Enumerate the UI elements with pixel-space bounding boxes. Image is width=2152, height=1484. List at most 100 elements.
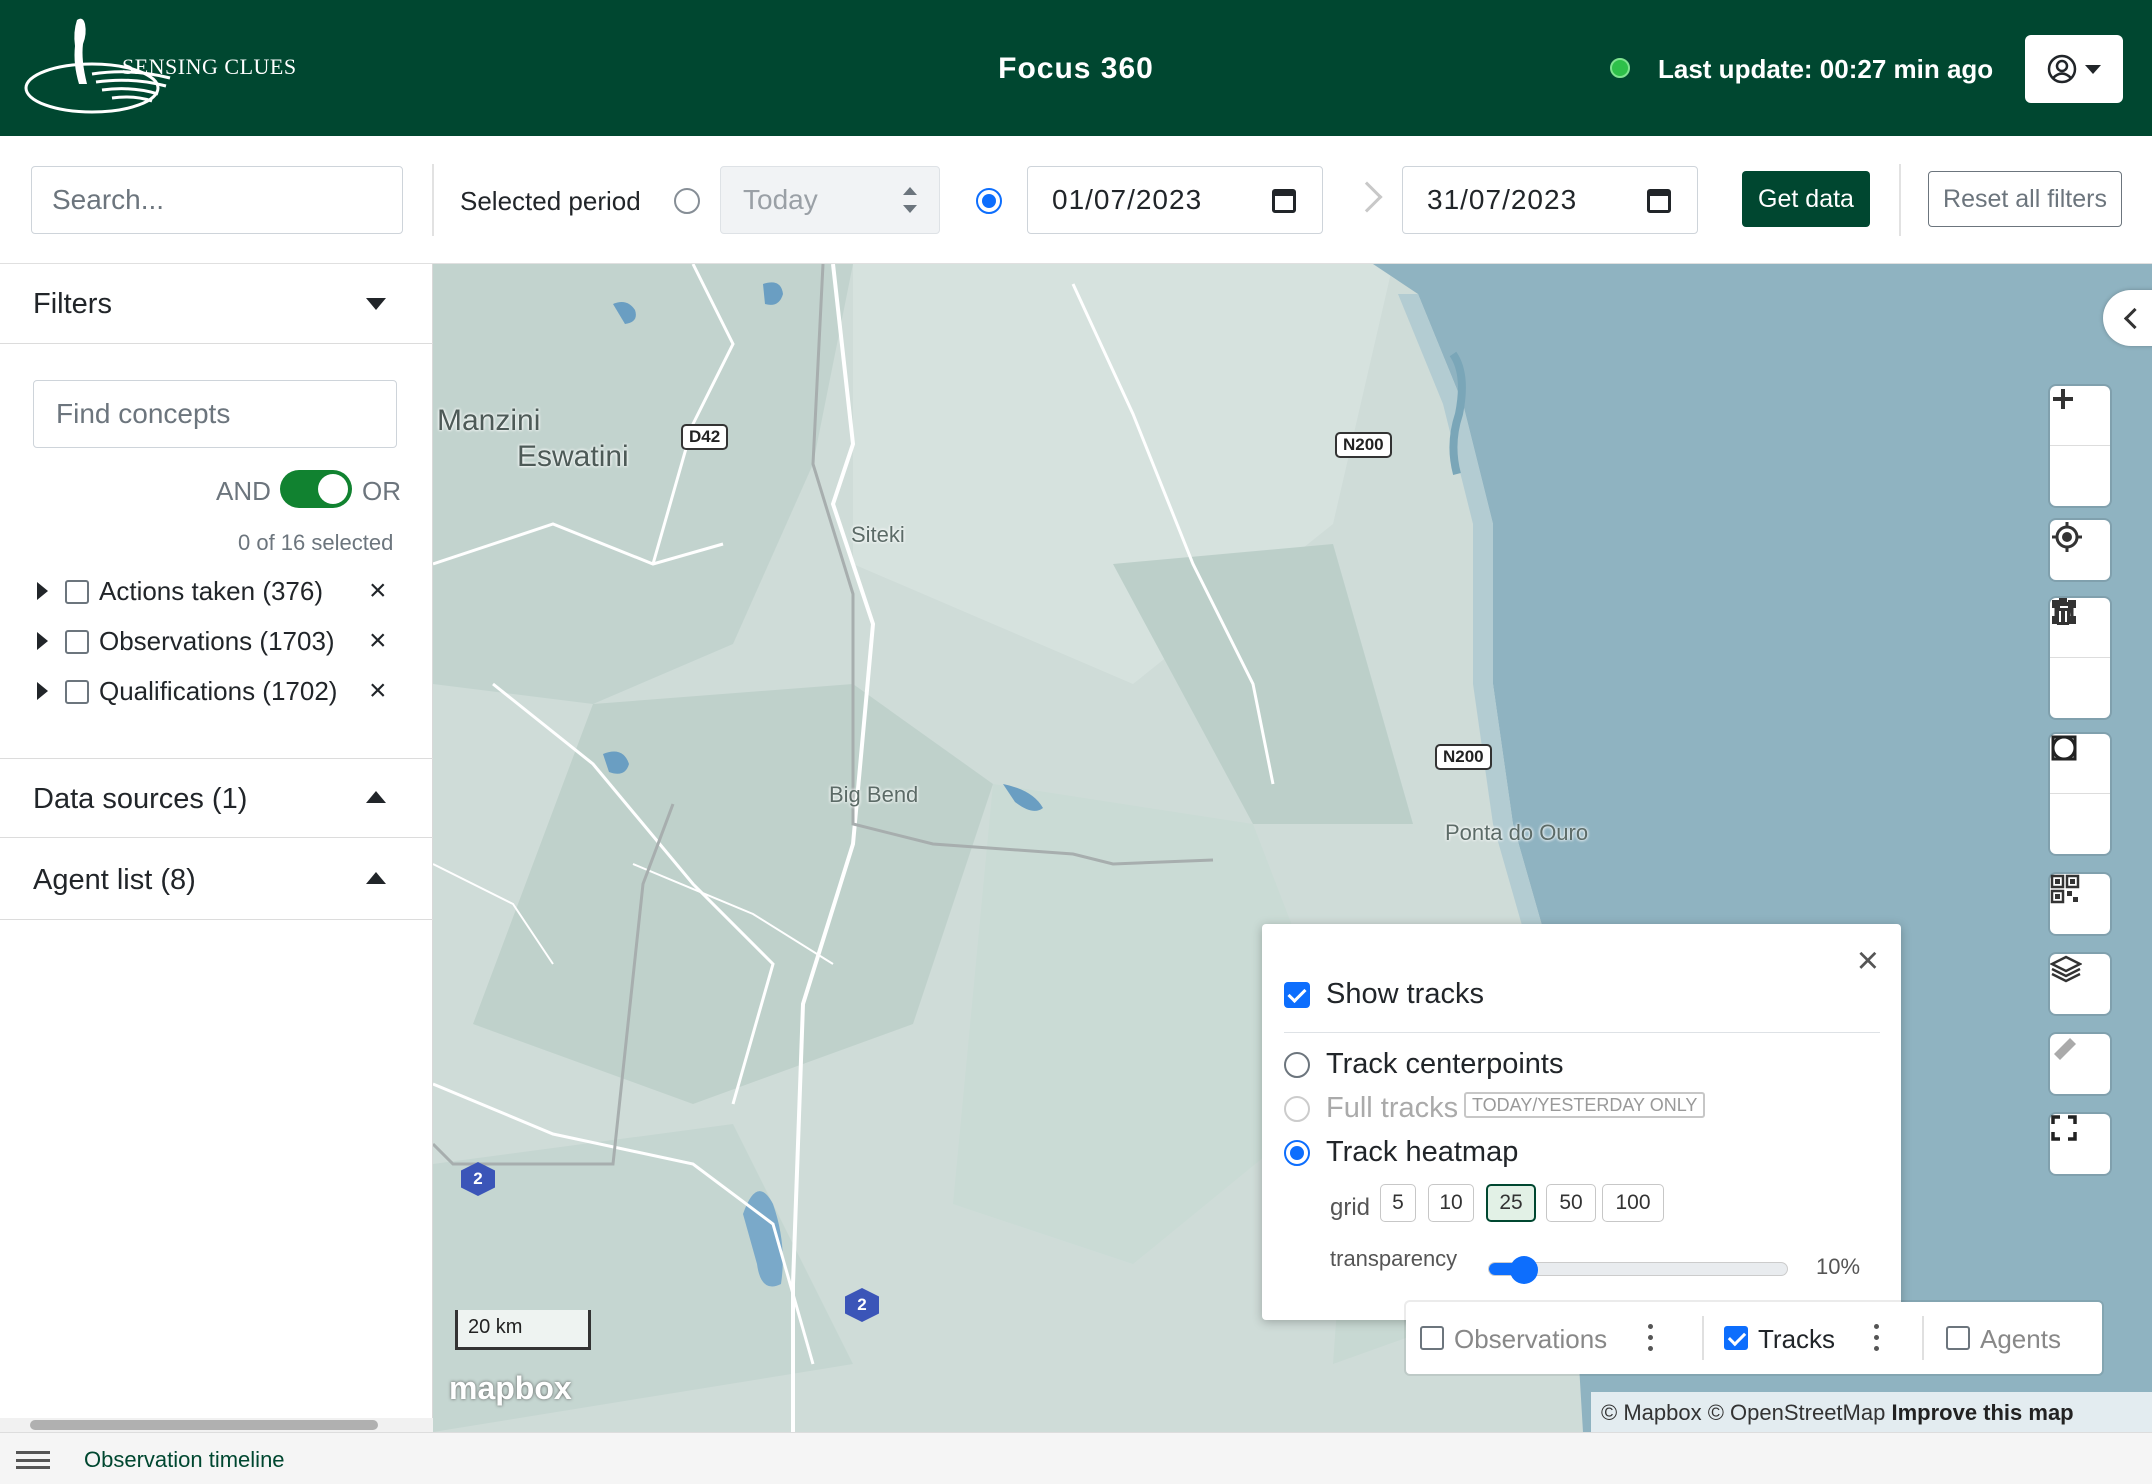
panel-collapse-button[interactable]: [2103, 290, 2152, 346]
and-or-toggle[interactable]: [280, 470, 352, 508]
track-centerpoints-label: Track centerpoints: [1326, 1048, 1564, 1080]
user-circle-icon: [2047, 54, 2077, 84]
trash-icon: [2053, 598, 2073, 625]
qr-code-button[interactable]: [2050, 874, 2110, 934]
full-tracks-label: Full tracks: [1326, 1092, 1459, 1124]
road-shield: N200: [1335, 432, 1392, 458]
concept-checkbox[interactable]: [65, 630, 89, 654]
calendar-icon[interactable]: [1647, 189, 1671, 213]
grid-option-100[interactable]: 100: [1602, 1184, 1664, 1222]
map-label-eswatini: Eswatini: [517, 440, 629, 473]
fullscreen-icon: [2051, 1115, 2077, 1141]
scrollbar-thumb[interactable]: [30, 1420, 378, 1430]
date-from-input[interactable]: 01/07/2023: [1027, 166, 1323, 234]
concept-label: Actions taken (376): [99, 576, 324, 606]
concept-label: Qualifications (1702): [99, 676, 338, 706]
agents-layer-checkbox[interactable]: [1946, 1326, 1970, 1350]
delete-drawing-button[interactable]: [2050, 598, 2110, 718]
tracks-options-icon[interactable]: [1874, 1324, 1880, 1354]
find-concepts-input[interactable]: [33, 380, 397, 448]
clear-x-icon[interactable]: ×: [369, 574, 387, 608]
draw-rectangle-button[interactable]: [2050, 735, 2110, 854]
concept-checkbox[interactable]: [65, 580, 89, 604]
track-heatmap-radio[interactable]: [1284, 1140, 1310, 1166]
date-to-input[interactable]: 31/07/2023: [1402, 166, 1698, 234]
tracks-layer-label: Tracks: [1758, 1324, 1836, 1354]
attribution-text[interactable]: © Mapbox © OpenStreetMap: [1601, 1400, 1885, 1425]
draw-control: [2050, 598, 2110, 718]
filters-section-header[interactable]: Filters: [0, 264, 433, 344]
show-tracks-checkbox[interactable]: [1284, 982, 1310, 1008]
preset-period-radio[interactable]: [674, 188, 700, 214]
clear-x-icon[interactable]: ×: [369, 624, 387, 658]
grid-option-50[interactable]: 50: [1546, 1184, 1596, 1222]
close-icon[interactable]: ×: [1857, 942, 1879, 980]
qr-code-icon: [2050, 874, 2080, 904]
fullscreen-button[interactable]: [2050, 1114, 2110, 1174]
app-header: SENSING CLUES Focus 360 Last update: 00:…: [0, 0, 2152, 136]
expand-caret-icon: [366, 791, 386, 803]
zoom-control: [2050, 386, 2110, 506]
geolocate-button[interactable]: [2050, 520, 2110, 580]
selected-count: 0 of 16 selected: [238, 530, 394, 555]
observations-options-icon[interactable]: [1648, 1324, 1654, 1354]
layers-control: [2050, 954, 2110, 1014]
calendar-icon[interactable]: [1272, 189, 1296, 213]
concept-checkbox[interactable]: [65, 680, 89, 704]
data-sources-section[interactable]: Data sources (1): [0, 758, 433, 838]
mapbox-logo[interactable]: mapbox: [449, 1370, 572, 1407]
filter-toolbar: Selected period Today 01/07/2023 31/07/2…: [0, 136, 2152, 264]
chevron-down-icon: [2085, 64, 2101, 74]
fullscreen-control: [2050, 1114, 2110, 1174]
grid-option-5[interactable]: 5: [1380, 1184, 1416, 1222]
road-shield: N200: [1435, 744, 1492, 770]
clear-x-icon[interactable]: ×: [369, 674, 387, 708]
map-label-big-bend: Big Bend: [829, 782, 919, 807]
reset-filters-button[interactable]: Reset all filters: [1928, 171, 2122, 227]
map-label-ponta: Ponta do Ouro: [1445, 820, 1589, 845]
tracks-layer-checkbox[interactable]: [1724, 1326, 1748, 1350]
track-centerpoints-radio[interactable]: [1284, 1052, 1310, 1078]
expand-caret-icon[interactable]: [37, 632, 48, 650]
observation-timeline-toggle[interactable]: Observation timeline: [84, 1447, 285, 1473]
map-attribution: © Mapbox © OpenStreetMap Improve this ma…: [1591, 1392, 2152, 1432]
sidebar-horizontal-scrollbar[interactable]: [0, 1418, 433, 1432]
collapse-caret-icon: [366, 298, 386, 310]
grid-label: grid: [1330, 1194, 1371, 1221]
expand-caret-icon[interactable]: [37, 682, 48, 700]
get-data-button[interactable]: Get data: [1742, 171, 1870, 227]
layers-icon: [2050, 955, 2082, 983]
show-tracks-label: Show tracks: [1326, 978, 1484, 1010]
measure-button[interactable]: [2050, 1034, 2110, 1094]
expand-caret-icon[interactable]: [37, 582, 48, 600]
popup-divider: [1284, 1032, 1880, 1033]
hamburger-icon[interactable]: [16, 1451, 50, 1469]
transparency-value: 10%: [1816, 1254, 1861, 1279]
period-preset-select[interactable]: Today: [720, 166, 940, 234]
qr-control: [2050, 874, 2110, 934]
timeline-footer: Observation timeline: [0, 1432, 2152, 1484]
map-label-manzini: Manzini: [437, 404, 541, 437]
grid-option-10[interactable]: 10: [1428, 1184, 1474, 1222]
grid-option-25[interactable]: 25: [1486, 1184, 1536, 1222]
geolocate-control: [2050, 520, 2110, 580]
toolbar-divider: [432, 164, 434, 236]
observations-layer-checkbox[interactable]: [1420, 1326, 1444, 1350]
zoom-out-button[interactable]: [2050, 397, 2110, 506]
date-range-radio[interactable]: [976, 188, 1002, 214]
selected-period-label: Selected period: [460, 186, 641, 216]
transparency-label: transparency: [1330, 1246, 1458, 1271]
layer-toggle-bar: Observations Tracks Agents: [1406, 1302, 2102, 1374]
search-input[interactable]: [31, 166, 403, 234]
agent-list-section[interactable]: Agent list (8): [0, 840, 433, 920]
layers-button[interactable]: [2050, 954, 2110, 1014]
user-menu-button[interactable]: [2025, 35, 2123, 103]
tracks-settings-popup: × Show tracks Track centerpoints Full tr…: [1262, 924, 1901, 1320]
slider-thumb[interactable]: [1510, 1256, 1538, 1284]
period-preset-value: Today: [743, 184, 818, 215]
improve-map-link[interactable]: Improve this map: [1891, 1400, 2073, 1425]
concept-row-observations: Observations (1703) ×: [33, 622, 403, 662]
or-label: OR: [362, 476, 401, 506]
agent-list-title: Agent list (8): [33, 864, 196, 896]
date-to-value: 31/07/2023: [1427, 184, 1578, 215]
